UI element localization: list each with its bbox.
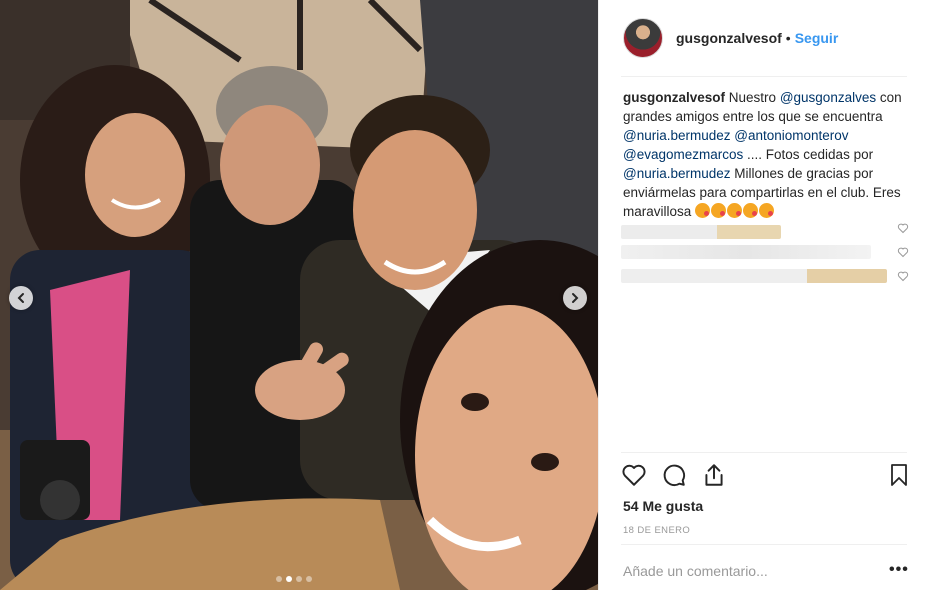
caption-username[interactable]: gusgonzalvesof <box>623 90 725 105</box>
more-options-button[interactable]: ••• <box>889 561 909 579</box>
mention-link[interactable]: @nuria.bermudez <box>623 166 731 181</box>
kiss-emoji-icon <box>727 203 743 218</box>
selfie-photo <box>0 0 598 590</box>
comment-bubble-icon[interactable] <box>661 462 687 488</box>
carousel-indicator <box>276 576 312 582</box>
blurred-comment <box>621 245 871 259</box>
previous-photo-button[interactable] <box>9 286 33 310</box>
mention-link[interactable]: @gusgonzalves <box>780 90 876 105</box>
follow-button[interactable]: Seguir <box>795 30 839 46</box>
kiss-emoji-icon <box>743 203 759 218</box>
blurred-comment <box>621 269 887 283</box>
post-details-panel: gusgonzalvesof • Seguir gusgonzalvesof N… <box>598 0 930 590</box>
mention-link[interactable]: @evagomezmarcos <box>623 147 743 162</box>
comment-row <box>621 224 781 240</box>
likes-count[interactable]: 54 Me gusta <box>623 498 703 514</box>
mention-link[interactable]: @nuria.bermudez <box>623 128 731 143</box>
post-header: gusgonzalvesof • Seguir <box>599 0 930 76</box>
comment-divider <box>621 544 907 545</box>
next-photo-button[interactable] <box>563 286 587 310</box>
header-divider <box>621 76 907 77</box>
actions-divider <box>621 452 907 453</box>
add-comment-input[interactable]: Añade un comentario... <box>623 563 768 579</box>
post-caption: gusgonzalvesof Nuestro @gusgonzalves con… <box>623 88 907 221</box>
kiss-emoji-icon <box>695 203 711 218</box>
kiss-emoji-icon <box>759 203 775 218</box>
comment-like-heart-icon[interactable] <box>897 270 909 282</box>
post-photo[interactable] <box>0 0 598 590</box>
avatar[interactable] <box>623 18 663 58</box>
mention-link[interactable]: @antoniomonterov <box>734 128 848 143</box>
comment-like-heart-icon[interactable] <box>897 246 909 258</box>
carousel-dot <box>306 576 312 582</box>
caption-text: .... Fotos cedidas por <box>747 147 874 162</box>
comment-row <box>621 268 887 284</box>
heart-icon[interactable] <box>621 462 647 488</box>
kiss-emoji-icon <box>711 203 727 218</box>
emoji-row <box>695 203 775 219</box>
header-username[interactable]: gusgonzalvesof <box>676 30 782 46</box>
comment-like-heart-icon[interactable] <box>897 222 909 234</box>
blurred-comment <box>621 225 781 239</box>
carousel-dot <box>296 576 302 582</box>
carousel-dot <box>276 576 282 582</box>
share-icon[interactable] <box>701 462 727 488</box>
post-date: 18 DE ENERO <box>623 525 691 536</box>
bookmark-icon[interactable] <box>887 462 911 488</box>
chevron-right-icon <box>572 293 579 303</box>
chevron-left-icon <box>17 293 24 303</box>
carousel-dot <box>286 576 292 582</box>
caption-text: Nuestro <box>728 90 777 105</box>
header-separator: • <box>785 30 791 46</box>
post-actions <box>621 462 911 492</box>
comment-row <box>621 244 871 260</box>
